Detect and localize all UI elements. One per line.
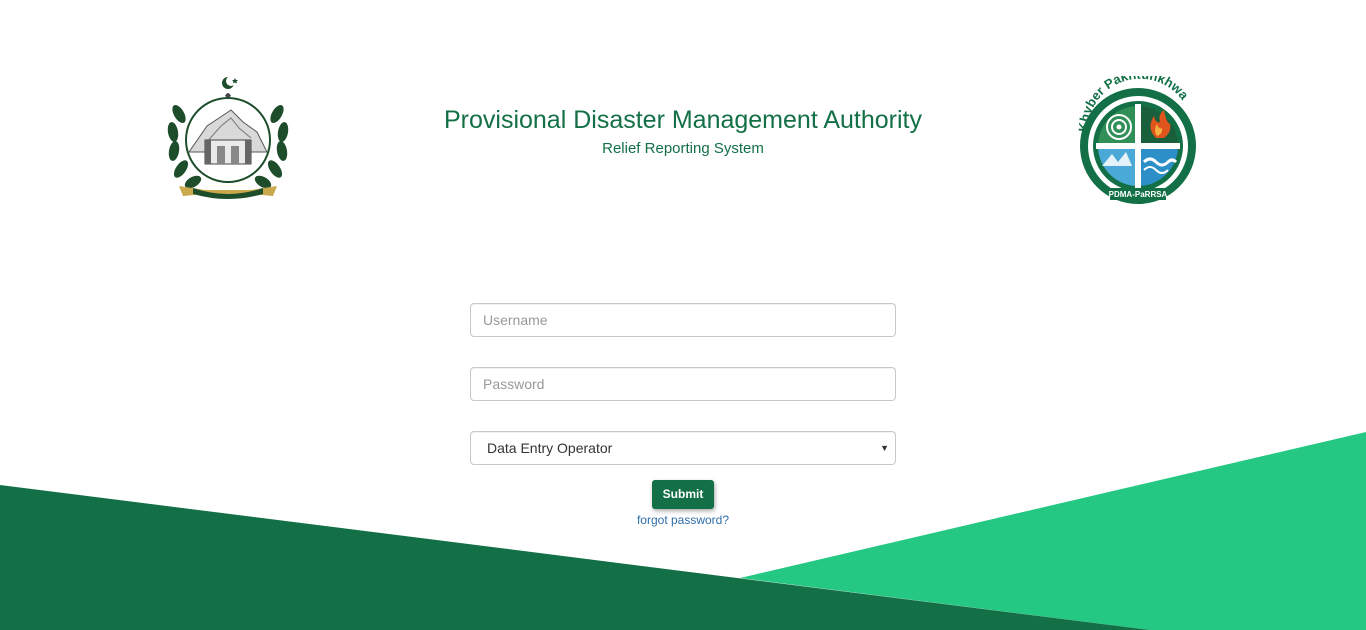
header: Provisional Disaster Management Authorit… [0,0,1366,240]
page-subtitle: Relief Reporting System [602,140,764,157]
caret-down-icon: ▼ [880,443,889,453]
submit-button[interactable]: Submit [652,480,714,509]
pdma-seal-logo: Khyber Pakhtunkhwa PDMA-PaRRSA [1076,76,1196,204]
role-select-value: Data Entry Operator [487,440,613,456]
svg-text:PDMA-PaRRSA: PDMA-PaRRSA [1109,190,1168,199]
header-titles: Provisional Disaster Management Authorit… [383,104,983,159]
form-actions: Submit forgot password? [470,480,896,527]
government-emblem-logo [167,76,289,199]
page-title: Provisional Disaster Management Authorit… [443,106,922,134]
login-page: Provisional Disaster Management Authorit… [0,0,1366,630]
password-input[interactable] [470,367,896,401]
username-input[interactable] [470,303,896,337]
role-select[interactable]: Data Entry Operator ▼ [470,431,896,465]
forgot-password-link[interactable]: forgot password? [470,513,896,527]
login-form: Data Entry Operator ▼ Submit forgot pass… [470,303,896,527]
